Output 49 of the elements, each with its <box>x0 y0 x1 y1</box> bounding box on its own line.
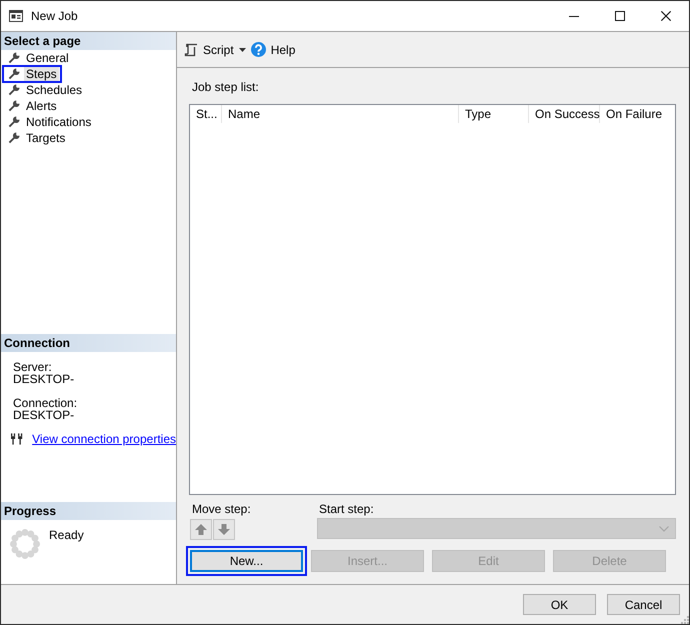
section-header: Progress <box>1 502 176 520</box>
column-header[interactable]: Name <box>222 105 459 123</box>
column-header[interactable]: On Failure <box>600 105 662 123</box>
wrench-icon <box>8 100 20 112</box>
plug-icon <box>11 433 24 445</box>
field-label: Move step: <box>191 502 252 516</box>
page-item[interactable]: Targets <box>4 131 68 145</box>
chevron-icon <box>659 526 669 532</box>
page-item[interactable]: Notifications <box>4 115 94 129</box>
maximize-icon <box>615 11 625 21</box>
field-value: DESKTOP- <box>13 373 76 385</box>
resize-grip[interactable] <box>680 615 689 624</box>
scroll-icon <box>184 42 198 56</box>
page-item[interactable]: Schedules <box>4 83 86 97</box>
down-arrow-icon <box>218 524 230 535</box>
help-icon <box>250 42 266 57</box>
dialog-button[interactable]: Cancel <box>607 594 680 615</box>
window-title: New Job <box>31 8 79 24</box>
list-label: Job step list: <box>192 80 260 94</box>
status-text: Ready <box>49 528 84 542</box>
close-icon <box>661 11 671 21</box>
wrench-icon <box>8 52 20 64</box>
section-header: Connection <box>1 334 176 352</box>
field-label: Server: <box>13 361 53 373</box>
column-header[interactable]: Type <box>459 105 529 123</box>
move-down-button[interactable] <box>213 519 235 540</box>
wrench-icon <box>8 68 20 80</box>
wrench-icon <box>8 84 20 96</box>
help-button[interactable]: Help <box>248 38 298 60</box>
field-value: DESKTOP- <box>13 409 76 421</box>
page-item[interactable]: General <box>4 51 72 65</box>
connection-properties-link[interactable]: View connection properties <box>32 432 176 446</box>
move-up-button[interactable] <box>190 519 212 540</box>
window-icon <box>9 10 23 22</box>
wrench-icon <box>8 116 20 128</box>
caret-icon <box>238 48 246 52</box>
wrench-icon <box>8 132 20 144</box>
up-arrow-icon <box>195 524 207 535</box>
step-button[interactable]: New... <box>190 550 303 572</box>
column-header[interactable]: On Success <box>529 105 600 123</box>
dialog-button[interactable]: OK <box>523 594 596 615</box>
section-header: Select a page <box>1 32 176 50</box>
spinner-icon <box>10 529 40 559</box>
field-label: Start step: <box>318 502 375 516</box>
job-step-list[interactable]: St... Name Type On Success On Failure <box>189 104 676 495</box>
page-item[interactable]: Alerts <box>4 99 60 113</box>
column-header[interactable]: St... <box>190 105 222 123</box>
script-button[interactable]: Script <box>182 38 249 60</box>
field-label: Connection: <box>13 397 78 409</box>
